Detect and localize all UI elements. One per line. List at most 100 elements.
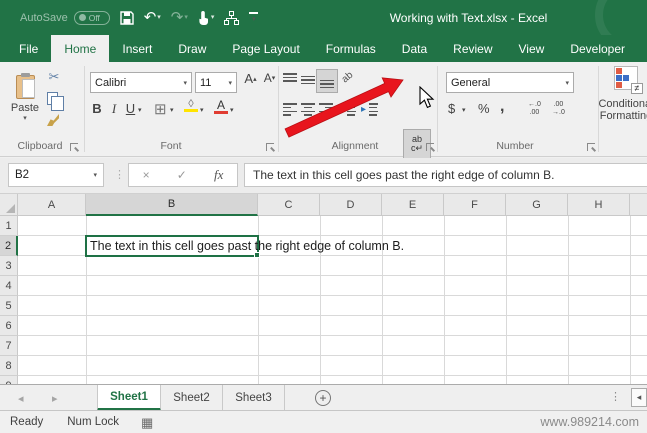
row-header-1[interactable]: 1 xyxy=(0,216,18,236)
row-header-8[interactable]: 8 xyxy=(0,356,18,376)
paste-dropdown-icon[interactable]: ▾ xyxy=(23,114,27,122)
hscroll-left-button[interactable]: ◂ xyxy=(631,388,647,407)
decrease-decimal-button[interactable]: .00 →.0 xyxy=(552,101,565,116)
column-headers: A B C D E F G H xyxy=(0,194,647,216)
font-color-dropdown-icon[interactable]: ▾ xyxy=(230,106,234,114)
macro-record-icon[interactable]: ▦ xyxy=(141,416,153,429)
orientation-button[interactable]: ab xyxy=(340,70,356,86)
hierarchy-button[interactable] xyxy=(224,10,240,25)
row-headers: 1 2 3 4 5 6 7 8 9 xyxy=(0,216,18,384)
increase-font-size-button[interactable]: A ▴ xyxy=(242,71,259,86)
new-sheet-button[interactable]: + xyxy=(315,390,331,406)
font-color-button[interactable]: A xyxy=(214,98,228,114)
accounting-dropdown-icon[interactable]: ▾ xyxy=(462,106,466,114)
column-header-f[interactable]: F xyxy=(444,194,506,216)
tab-page-layout[interactable]: Page Layout xyxy=(219,35,312,62)
row-header-6[interactable]: 6 xyxy=(0,316,18,336)
bottom-align-button[interactable] xyxy=(316,69,338,93)
row-header-5[interactable]: 5 xyxy=(0,296,18,316)
decrease-font-size-button[interactable]: A ▾ xyxy=(261,71,278,85)
align-center-button[interactable] xyxy=(301,103,315,116)
increase-decimal-button[interactable]: ←.0 .00 xyxy=(528,101,541,116)
sheet-tab-sheet1[interactable]: Sheet1 xyxy=(97,385,161,411)
number-format-combo[interactable]: General ▾ xyxy=(446,72,574,93)
enter-icon[interactable]: ✓ xyxy=(177,168,187,182)
clipboard-dialog-launcher-icon[interactable] xyxy=(70,143,78,151)
select-all-corner[interactable] xyxy=(0,194,18,216)
column-header-e[interactable]: E xyxy=(382,194,444,216)
font-dialog-launcher-icon[interactable] xyxy=(266,143,274,151)
tab-view[interactable]: View xyxy=(506,35,558,62)
row-header-3[interactable]: 3 xyxy=(0,256,18,276)
sheet-tab-sheet3[interactable]: Sheet3 xyxy=(223,385,285,411)
comma-style-button[interactable]: , xyxy=(500,98,504,116)
row-header-9[interactable]: 9 xyxy=(0,376,18,384)
name-box[interactable]: B2 ▾ xyxy=(8,163,104,187)
column-header-a[interactable]: A xyxy=(18,194,86,216)
save-button[interactable] xyxy=(120,10,134,25)
column-header-b[interactable]: B xyxy=(86,194,258,216)
redo-button[interactable]: ↷ ▾ xyxy=(171,10,188,25)
font-size-combo[interactable]: 11 ▾ xyxy=(195,72,237,93)
name-box-dropdown-icon[interactable]: ▾ xyxy=(93,171,97,179)
redo-dropdown-icon[interactable]: ▾ xyxy=(184,14,188,21)
bold-button[interactable]: B xyxy=(90,101,104,116)
formula-bar-splitter-icon[interactable]: ⋮ xyxy=(114,168,125,181)
undo-button[interactable]: ↶ ▾ xyxy=(144,10,161,25)
tab-file[interactable]: File xyxy=(6,35,51,62)
row-header-7[interactable]: 7 xyxy=(0,336,18,356)
row-header-2[interactable]: 2 xyxy=(0,236,18,256)
sheet-nav-right-icon[interactable]: ▸ xyxy=(52,385,58,411)
font-name-combo[interactable]: Calibri ▾ xyxy=(90,72,192,93)
cut-button[interactable]: ✂ xyxy=(46,69,62,85)
fill-handle[interactable] xyxy=(254,252,260,258)
touch-mode-dropdown-icon[interactable]: ▾ xyxy=(211,14,215,21)
sheet-tab-sheet2[interactable]: Sheet2 xyxy=(161,385,223,411)
align-left-button[interactable] xyxy=(283,103,297,116)
row-header-4[interactable]: 4 xyxy=(0,276,18,296)
worksheet-grid[interactable]: A B C D E F G H 1 2 3 4 5 6 7 8 9 The te… xyxy=(0,194,647,384)
column-header-g[interactable]: G xyxy=(506,194,568,216)
tab-review[interactable]: Review xyxy=(440,35,505,62)
customize-qat-button[interactable]: ▾ xyxy=(249,12,259,23)
alignment-dialog-launcher-icon[interactable] xyxy=(426,143,434,151)
decrease-indent-button[interactable]: ◂ xyxy=(339,103,356,116)
align-right-button[interactable] xyxy=(319,103,333,116)
column-header-partial[interactable] xyxy=(630,194,647,216)
touch-mouse-mode-button[interactable]: ▾ xyxy=(198,10,215,25)
tab-home[interactable]: Home xyxy=(51,35,110,62)
tab-formulas[interactable]: Formulas xyxy=(313,35,389,62)
underline-dropdown-icon[interactable]: ▾ xyxy=(138,106,142,114)
format-painter-button[interactable] xyxy=(47,114,59,126)
conditional-formatting-button[interactable]: ≠ Conditional Formatting xyxy=(598,66,647,132)
top-align-button[interactable] xyxy=(283,73,297,87)
tab-insert[interactable]: Insert xyxy=(109,35,165,62)
underline-button[interactable]: U xyxy=(124,101,137,116)
copy-button[interactable] xyxy=(47,92,64,111)
paste-button[interactable]: Paste ▾ xyxy=(8,67,42,129)
undo-dropdown-icon[interactable]: ▾ xyxy=(157,14,161,21)
insert-function-icon[interactable]: fx xyxy=(214,167,223,183)
tab-splitter-icon[interactable]: ⋮ xyxy=(610,390,621,403)
borders-dropdown-icon[interactable]: ▾ xyxy=(170,106,174,114)
column-header-h[interactable]: H xyxy=(568,194,630,216)
tab-developer[interactable]: Developer xyxy=(557,35,638,62)
increase-indent-button[interactable]: ▸ xyxy=(361,103,378,116)
borders-button[interactable]: ⊞ xyxy=(154,100,167,118)
fill-color-dropdown-icon[interactable]: ▾ xyxy=(200,106,204,114)
autosave-switch[interactable]: Off xyxy=(73,10,110,25)
italic-button[interactable]: I xyxy=(108,101,120,117)
column-header-d[interactable]: D xyxy=(320,194,382,216)
autosave-toggle[interactable]: AutoSave Off xyxy=(20,10,110,25)
accounting-format-button[interactable]: $ xyxy=(448,101,455,116)
middle-align-button[interactable] xyxy=(301,73,315,87)
tab-data[interactable]: Data xyxy=(389,35,440,62)
number-dialog-launcher-icon[interactable] xyxy=(587,143,595,151)
tab-draw[interactable]: Draw xyxy=(165,35,219,62)
fill-color-button[interactable]: ◊ xyxy=(184,98,198,112)
sheet-nav-left-icon[interactable]: ◂ xyxy=(18,385,24,411)
percent-style-button[interactable]: % xyxy=(478,101,490,116)
cancel-icon[interactable]: × xyxy=(143,168,150,182)
formula-input[interactable]: The text in this cell goes past the righ… xyxy=(244,163,647,187)
column-header-c[interactable]: C xyxy=(258,194,320,216)
